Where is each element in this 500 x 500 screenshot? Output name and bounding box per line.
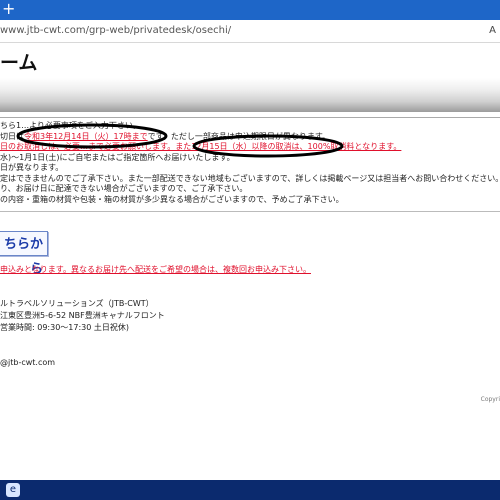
annotation-circle-deadline [16,123,168,149]
annotation-circle-cancel [192,134,344,158]
browser-icon[interactable]: e [6,483,20,497]
taskbar: e [0,480,500,500]
hand-drawn-annotations [16,123,344,158]
